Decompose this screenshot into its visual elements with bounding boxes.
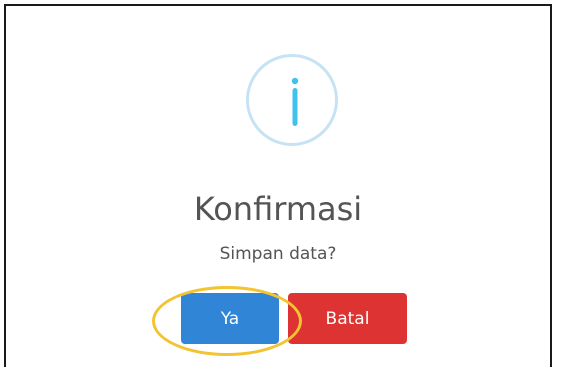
confirmation-dialog: Konfirmasi Simpan data? Ya Batal — [4, 4, 552, 367]
info-icon — [246, 54, 338, 146]
dialog-title: Konfirmasi — [193, 190, 363, 228]
dialog-message: Simpan data? — [219, 244, 337, 264]
cancel-button[interactable]: Batal — [288, 293, 407, 344]
confirm-button[interactable]: Ya — [181, 293, 279, 344]
